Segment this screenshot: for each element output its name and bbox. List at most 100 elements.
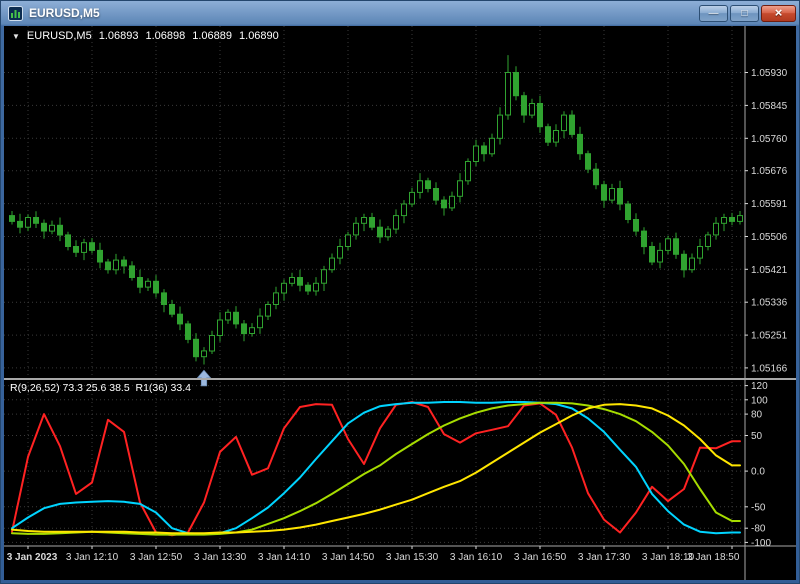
candle (441, 199, 447, 209)
candle (225, 311, 231, 321)
candle (65, 234, 71, 247)
candle (393, 215, 399, 230)
chart-canvas[interactable]: 1.05930 1.05845 1.05760 1.05676 1.05591 1.055… (4, 26, 796, 580)
price-axis-label: 1.05421 (751, 265, 788, 276)
quote-high: 1.06898 (145, 30, 186, 42)
candle (305, 284, 311, 292)
candle (641, 230, 647, 248)
candle (633, 219, 639, 232)
candle (449, 195, 455, 209)
window-title: EURUSD,M5 (29, 6, 100, 20)
candle (321, 269, 327, 284)
candle (177, 313, 183, 325)
candle (329, 257, 335, 271)
candle (33, 217, 39, 224)
price-axis-label: 1.05336 (751, 298, 788, 309)
candle (25, 217, 31, 228)
candle (601, 184, 607, 201)
chart-quote-line: ▼ EURUSD,M5 1.06893 1.06898 1.06889 1.06… (12, 30, 279, 42)
candle (409, 191, 415, 205)
time-axis: 3 Jan 2023 3 Jan 12:10 3 Jan 12:50 3 Jan 13… (7, 546, 740, 563)
candle (593, 168, 599, 186)
candle (9, 215, 15, 222)
candle (689, 257, 695, 271)
candle (417, 180, 423, 193)
panel-splitter[interactable] (4, 378, 796, 380)
chart-symbol-label: EURUSD,M5 (26, 30, 92, 42)
candle (505, 72, 511, 116)
oscillator-line-r52 (11, 401, 741, 536)
candle (97, 249, 103, 263)
candle (353, 222, 359, 236)
price-axis-label: 1.05506 (751, 232, 788, 243)
close-button[interactable]: × (761, 4, 796, 22)
candle (297, 277, 303, 286)
candle (217, 319, 223, 336)
candle (193, 338, 199, 358)
close-icon: × (774, 5, 783, 20)
candle (569, 114, 575, 135)
mt4-chart-window: EURUSD,M5 — □ × 1.05930 1.05845 1.05760 1.0… (0, 0, 800, 584)
price-axis-label: 1.05676 (751, 166, 788, 177)
candle (49, 224, 55, 232)
chart-client-area[interactable]: 1.05930 1.05845 1.05760 1.05676 1.05591 1.055… (4, 26, 796, 580)
time-axis-label: 3 Jan 14:50 (322, 552, 375, 563)
oscillator-lines (11, 401, 741, 537)
time-axis-label: 3 Jan 13:30 (194, 552, 247, 563)
candle (289, 277, 295, 284)
time-axis-label: 3 Jan 16:50 (514, 552, 567, 563)
quote-low: 1.06889 (192, 30, 233, 42)
time-axis-label: 3 Jan 12:10 (66, 552, 119, 563)
restore-icon: □ (741, 7, 748, 19)
candle (337, 246, 343, 259)
price-axis: 1.05930 1.05845 1.05760 1.05676 1.05591 1.055… (745, 68, 788, 374)
candle (513, 72, 519, 97)
candle (57, 224, 63, 236)
candle (609, 188, 615, 201)
candle (489, 137, 495, 155)
candle (729, 217, 735, 222)
candle (129, 265, 135, 278)
candle (497, 114, 503, 139)
candle (705, 234, 711, 247)
candle (161, 292, 167, 305)
oscillator-axis-label: 0.0 (751, 467, 765, 478)
candle (713, 222, 719, 236)
candle (105, 261, 111, 271)
quote-open: 1.06893 (98, 30, 139, 42)
candle (673, 238, 679, 255)
candle (577, 133, 583, 155)
candle (265, 304, 271, 317)
symbol-dropdown-icon[interactable]: ▼ (12, 31, 20, 41)
candle (697, 246, 703, 259)
candle (625, 203, 631, 220)
candle (561, 114, 567, 132)
candle (385, 228, 391, 238)
candle (465, 161, 471, 182)
time-axis-label: 3 Jan 2023 (7, 552, 58, 563)
candle (81, 242, 87, 253)
quote-close: 1.06890 (239, 30, 279, 42)
oscillator-axis-label: 120 (751, 381, 768, 392)
candle (425, 180, 431, 190)
candle (529, 103, 535, 116)
time-axis-label: 3 Jan 17:30 (578, 552, 631, 563)
candle (553, 130, 559, 143)
window-titlebar[interactable]: EURUSD,M5 — □ × (0, 0, 800, 26)
time-axis-label: 3 Jan 15:30 (386, 552, 439, 563)
minimize-icon: — (708, 7, 719, 19)
candle (185, 323, 191, 340)
candle (257, 315, 263, 329)
oscillator-axis-label: 80 (751, 410, 763, 421)
oscillator-axis-label: -80 (751, 524, 766, 535)
price-axis-label: 1.05845 (751, 101, 788, 112)
candle (209, 335, 215, 352)
candle (369, 217, 375, 228)
candle (657, 249, 663, 263)
candle (473, 145, 479, 162)
minimize-button[interactable]: — (699, 4, 728, 22)
candle (137, 277, 143, 288)
oscillator-axis-label: 50 (751, 431, 763, 442)
candle (521, 95, 527, 116)
restore-button[interactable]: □ (730, 4, 759, 22)
